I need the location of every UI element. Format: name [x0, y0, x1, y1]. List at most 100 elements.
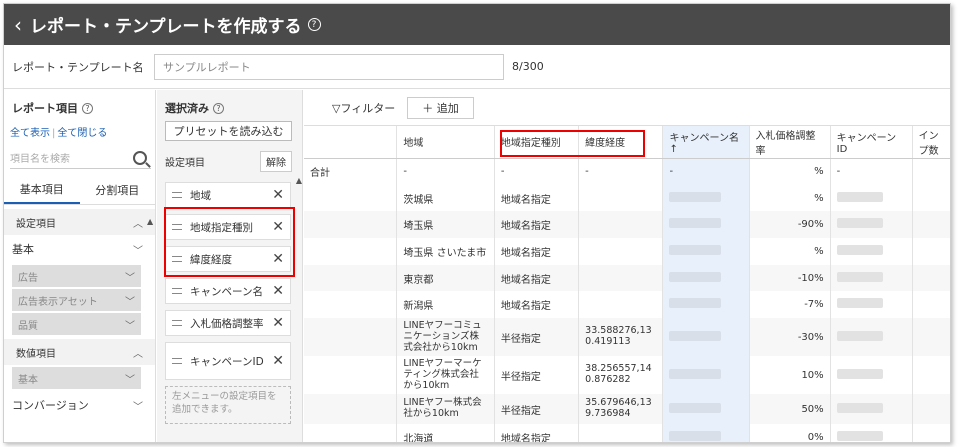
redacted-value: [836, 298, 883, 309]
show-all-link[interactable]: 全て表示: [10, 128, 50, 139]
highlight-box-selected: [164, 207, 295, 277]
redacted-value: [669, 271, 722, 282]
category-metrics-basic: 基本 ﹀: [12, 367, 141, 389]
total-row: 合計 - - - - % -: [304, 158, 950, 185]
col-campaign-id[interactable]: キャンペーンID: [830, 126, 913, 159]
close-icon[interactable]: ✕: [272, 284, 284, 298]
table-cell: 33.588276,130.419113: [578, 318, 664, 357]
filter-button[interactable]: ▽フィルター: [332, 100, 395, 116]
table-cell: 東京都: [396, 264, 495, 292]
help-icon[interactable]: ?: [82, 102, 93, 114]
table-cell: 地域名指定: [494, 184, 580, 212]
char-count: 8/300: [512, 60, 544, 73]
table-row: 東京都 地域名指定 -10%: [304, 264, 950, 292]
table-row: 北海道 地域名指定 0%: [304, 424, 950, 442]
table-cell: [912, 318, 950, 357]
scroll-up-icon[interactable]: ▲: [296, 176, 302, 185]
clear-button[interactable]: 解除: [260, 151, 292, 172]
left-scrollbar[interactable]: ▲: [147, 214, 153, 304]
help-icon[interactable]: ?: [213, 102, 224, 114]
add-filter-button[interactable]: ＋ 追加: [407, 96, 474, 119]
section-label: 設定項目: [16, 218, 56, 230]
table-cell: 北海道: [396, 424, 495, 442]
close-icon[interactable]: ✕: [272, 354, 284, 368]
tab-basic-items[interactable]: 基本項目: [4, 175, 80, 204]
table-row: 茨城県 地域名指定 %: [304, 184, 950, 212]
load-preset-button[interactable]: プリセットを読み込む: [165, 121, 292, 141]
table-cell: 埼玉県: [396, 211, 495, 239]
tab-split-items[interactable]: 分割項目: [80, 175, 156, 204]
table-cell: 半径指定: [494, 318, 580, 357]
item-search-input[interactable]: 項目名を検索: [10, 147, 151, 169]
table-cell: [830, 356, 913, 395]
redacted-value: [669, 244, 722, 255]
search-icon[interactable]: [133, 150, 147, 165]
filter-label: フィルター: [340, 101, 396, 115]
table-cell: [912, 158, 950, 185]
col-bid-adjustment[interactable]: 入札価格調整率: [749, 126, 831, 159]
table-cell: 茨城県: [396, 184, 495, 212]
drag-handle-icon[interactable]: [172, 320, 182, 326]
category-label: 広告表示アセット: [18, 296, 98, 308]
expand-links: 全て表示 | 全て閉じる: [10, 128, 108, 139]
close-icon[interactable]: ✕: [272, 188, 284, 202]
title-bar: ‹ レポート・テンプレートを作成する ?: [4, 4, 950, 45]
table-cell: [578, 424, 664, 442]
chip-bid-adjustment[interactable]: 入札価格調整率 ✕: [165, 310, 291, 336]
table-cell: [304, 291, 398, 319]
sort-up-icon[interactable]: ↑: [669, 144, 677, 155]
add-label: 追加: [436, 101, 459, 115]
redacted-value: [669, 368, 722, 379]
table-cell: -: [578, 158, 664, 185]
table-cell: -30%: [749, 318, 831, 357]
drag-handle-icon[interactable]: [172, 192, 182, 198]
category-conversion[interactable]: コンバージョン ﹀: [4, 391, 155, 419]
table-cell: [304, 356, 398, 395]
table-row: 埼玉県 さいたま市 地域名指定 %: [304, 238, 950, 265]
table-cell: [304, 184, 398, 212]
section-label: 数値項目: [16, 348, 56, 360]
table-cell: [304, 394, 398, 425]
selected-settings-header: 設定項目 解除: [165, 151, 292, 172]
report-items-panel: レポート項目 ? 全て表示 | 全て閉じる 項目名を検索 基本項目 分割項目 設定項…: [4, 90, 156, 442]
chevron-down-icon: ﹀: [125, 320, 135, 332]
col-region[interactable]: 地域: [396, 126, 495, 159]
chevron-down-icon: ﹀: [133, 245, 143, 257]
section-metrics[interactable]: 数値項目 ︿: [4, 339, 155, 365]
col-campaign-name[interactable]: キャンペーン名 ↑: [662, 126, 750, 159]
col-impressions[interactable]: インプ数: [912, 126, 950, 159]
table-cell: -: [494, 158, 580, 185]
category-basic[interactable]: 基本 ﹀: [4, 235, 155, 263]
table-cell: 10%: [749, 356, 831, 395]
table-cell: 新潟県: [396, 291, 495, 319]
table-cell: [912, 211, 950, 239]
redacted-value: [836, 430, 883, 441]
close-icon[interactable]: ✕: [272, 316, 284, 330]
chip-campaign-id[interactable]: キャンペーンID ✕: [165, 342, 291, 380]
report-template-window: ‹ レポート・テンプレートを作成する ? レポート・テンプレート名 サンプルレポ…: [3, 3, 951, 443]
table-cell: [304, 238, 398, 265]
table-cell: %: [749, 158, 831, 185]
section-settings[interactable]: 設定項目 ︿: [4, 209, 155, 235]
chevron-down-icon: ﹀: [125, 296, 135, 308]
table-row: LINEヤフーコミュニケーションズ株式会社から10km 半径指定 33.5882…: [304, 318, 950, 357]
table-cell: %: [749, 184, 831, 212]
close-all-link[interactable]: 全て閉じる: [57, 128, 107, 139]
table-row: LINEヤフーマーケティング株式会社から10km 半径指定 38.256557,…: [304, 356, 950, 395]
table-cell: LINEヤフー株式会社から10km: [396, 394, 495, 425]
chip-campaign-name[interactable]: キャンペーン名 ✕: [165, 278, 291, 304]
drag-handle-icon[interactable]: [172, 288, 182, 294]
back-chevron-icon[interactable]: ‹: [14, 15, 22, 35]
chevron-up-icon: ︿: [133, 218, 143, 230]
table-cell: [830, 291, 913, 319]
drag-handle-icon[interactable]: [172, 358, 182, 364]
template-name-input[interactable]: サンプルレポート: [154, 53, 504, 80]
help-icon[interactable]: ?: [307, 18, 321, 31]
scroll-up-icon[interactable]: ▲: [147, 217, 153, 226]
table-cell: -10%: [749, 264, 831, 292]
chip-region[interactable]: 地域 ✕: [165, 182, 291, 208]
table-cell: 地域名指定: [494, 264, 580, 292]
table-cell: 埼玉県 さいたま市: [396, 238, 495, 265]
table-row: 埼玉県 地域名指定 -90%: [304, 211, 950, 239]
table-cell: [662, 394, 750, 425]
